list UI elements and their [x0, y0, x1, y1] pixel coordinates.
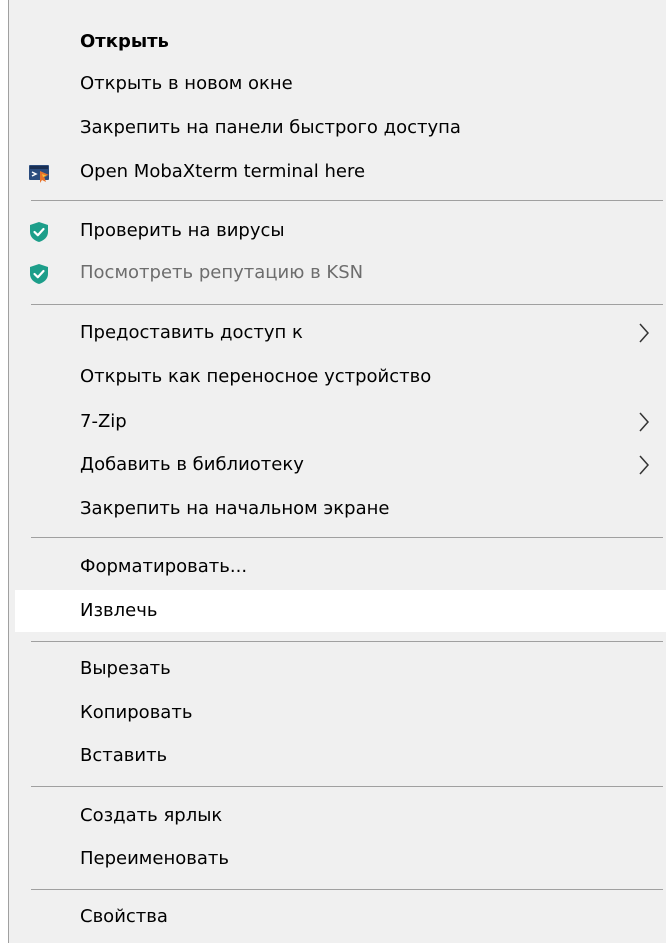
menu-separator: [31, 641, 663, 642]
kaspersky-shield-icon: [30, 264, 48, 284]
menu-separator: [31, 786, 663, 787]
menu-item-properties[interactable]: Свойства: [9, 896, 666, 938]
menu-item-label: Open MobaXterm terminal here: [80, 161, 366, 182]
menu-item-label: Форматировать...: [80, 556, 248, 577]
menu-item-label: Добавить в библиотеку: [80, 454, 304, 475]
menu-separator: [31, 200, 663, 201]
menu-item-pin-quick-access[interactable]: Закрепить на панели быстрого доступа: [9, 107, 666, 149]
menu-item-format[interactable]: Форматировать...: [9, 546, 666, 588]
menu-item-label: Открыть в новом окне: [80, 73, 293, 94]
menu-item-label: Предоставить доступ к: [80, 322, 303, 343]
menu-item-7zip[interactable]: 7-Zip: [9, 401, 666, 443]
menu-item-label: Переименовать: [80, 848, 229, 869]
menu-item-mobaxterm[interactable]: Open MobaXterm terminal here: [9, 151, 666, 193]
chevron-right-icon: [639, 323, 650, 343]
menu-separator: [31, 889, 663, 890]
menu-item-open-portable-device[interactable]: Открыть как переносное устройство: [9, 356, 666, 398]
chevron-right-icon: [639, 455, 650, 475]
menu-item-label: Проверить на вирусы: [80, 220, 285, 241]
menu-item-open[interactable]: Открыть: [9, 21, 666, 63]
menu-item-rename[interactable]: Переименовать: [9, 838, 666, 880]
menu-item-scan-viruses[interactable]: Проверить на вирусы: [9, 210, 666, 252]
menu-item-label: Закрепить на начальном экране: [80, 498, 390, 519]
menu-item-pin-start[interactable]: Закрепить на начальном экране: [9, 488, 666, 530]
menu-item-label: Копировать: [80, 702, 193, 723]
chevron-right-icon: [639, 412, 650, 432]
menu-item-share-with[interactable]: Предоставить доступ к: [9, 312, 666, 354]
menu-item-label: Посмотреть репутацию в KSN: [80, 262, 364, 283]
context-menu: Открыть Открыть в новом окне Закрепить н…: [8, 0, 666, 943]
menu-item-label: Извлечь: [80, 600, 158, 621]
menu-item-copy[interactable]: Копировать: [9, 692, 666, 734]
menu-separator: [31, 304, 663, 305]
menu-item-ksn-reputation[interactable]: Посмотреть репутацию в KSN: [9, 252, 666, 294]
menu-item-create-shortcut[interactable]: Создать ярлык: [9, 795, 666, 837]
menu-item-open-new-window[interactable]: Открыть в новом окне: [9, 63, 666, 105]
menu-item-add-to-library[interactable]: Добавить в библиотеку: [9, 444, 666, 486]
menu-item-label: Открыть: [80, 31, 169, 52]
menu-item-label: Вырезать: [80, 658, 171, 679]
menu-item-label: Закрепить на панели быстрого доступа: [80, 117, 461, 138]
menu-item-cut[interactable]: Вырезать: [9, 648, 666, 690]
menu-separator: [31, 537, 663, 538]
menu-item-paste[interactable]: Вставить: [9, 735, 666, 777]
menu-item-eject[interactable]: Извлечь: [15, 590, 666, 632]
menu-item-label: Вставить: [80, 745, 168, 766]
menu-item-label: Открыть как переносное устройство: [80, 366, 432, 387]
menu-item-label: Свойства: [80, 906, 168, 927]
mobaxterm-icon: [29, 165, 49, 183]
menu-item-label: Создать ярлык: [80, 805, 223, 826]
menu-item-label: 7-Zip: [80, 411, 127, 432]
kaspersky-shield-icon: [30, 222, 48, 242]
